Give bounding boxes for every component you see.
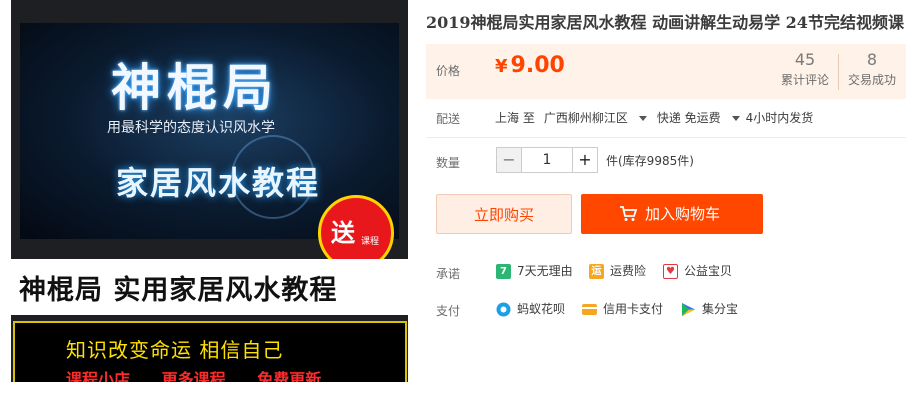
- price-amount: 9.00: [510, 53, 565, 78]
- stock-info: 件(库存9985件): [606, 154, 694, 168]
- shipping-row: 上海 至广西柳州柳江区 快递 免运费 4小时内发货: [495, 109, 822, 126]
- quantity-increase-button[interactable]: +: [572, 147, 598, 173]
- shipping-label: 配送: [436, 112, 461, 126]
- quantity-decrease-button[interactable]: −: [496, 147, 522, 173]
- deals-count: 8: [866, 50, 878, 69]
- charity-icon: ♥: [663, 264, 678, 279]
- shipping-insurance-icon: 运: [589, 264, 604, 279]
- cart-icon: [620, 206, 637, 221]
- payment-item[interactable]: 集分宝: [681, 300, 738, 317]
- image-slogan: 用最科学的态度认识风水学: [107, 120, 275, 136]
- reviews-label: 累计评论: [780, 73, 829, 87]
- promise-item[interactable]: 7 7天无理由: [496, 262, 573, 279]
- shipping-method-select[interactable]: 快递 免运费: [657, 111, 746, 125]
- price-label: 价格: [436, 64, 461, 78]
- add-to-cart-label: 加入购物车: [645, 205, 721, 223]
- deals-label: 交易成功: [847, 73, 896, 87]
- promise-item[interactable]: ♥ 公益宝贝: [663, 262, 732, 279]
- credit-card-icon: [582, 304, 597, 315]
- payment-label: 支付: [436, 304, 461, 318]
- chevron-down-icon: [731, 116, 740, 121]
- gift-badge-small: 课程: [361, 237, 380, 247]
- quantity-input[interactable]: 1: [521, 147, 573, 173]
- huabei-icon: [496, 302, 511, 317]
- promo-item: 课程小店: [66, 370, 131, 382]
- promo-item: 免费更新: [257, 370, 322, 382]
- buy-now-button[interactable]: 立即购买: [436, 194, 572, 234]
- promise-text: 运费险: [610, 264, 647, 278]
- dispatch-time: 4小时内发货: [745, 111, 814, 125]
- quantity-label: 数量: [436, 156, 461, 170]
- product-main-image[interactable]: 神棍局 用最科学的态度认识风水学 家居风水教程 送 课程 神棍局 实用家居风水教…: [11, 0, 408, 382]
- shipping-destination-select[interactable]: 广西柳州柳江区: [544, 111, 653, 125]
- currency-symbol: ¥: [495, 56, 508, 77]
- seven-day-icon: 7: [496, 264, 511, 279]
- shipping-from: 上海 至: [495, 111, 535, 125]
- reviews-count: 45: [794, 50, 816, 69]
- jifenbao-icon: [682, 303, 695, 316]
- price-value: ¥9.00: [495, 53, 565, 78]
- image-title: 神棍局 实用家居风水教程: [19, 275, 338, 306]
- image-logo-text: 神棍局: [111, 59, 279, 117]
- promise-text: 7天无理由: [517, 264, 573, 278]
- promise-text: 公益宝贝: [684, 264, 733, 278]
- chevron-down-icon: [638, 116, 647, 121]
- image-sub-logo: 家居风水教程: [116, 164, 321, 202]
- payment-item[interactable]: 信用卡支付: [582, 300, 663, 317]
- stats-divider: [838, 54, 839, 90]
- divider: [426, 137, 906, 138]
- promise-label: 承诺: [436, 267, 461, 281]
- reviews-stat[interactable]: 45 累计评论: [776, 50, 834, 88]
- deals-stat: 8 交易成功: [842, 50, 902, 88]
- gift-badge-big: 送: [331, 219, 355, 247]
- promo-item: 更多课程: [161, 370, 226, 382]
- image-promo-line1: 知识改变命运 相信自己: [66, 338, 284, 362]
- shipping-method: 快递 免运费: [656, 111, 721, 125]
- product-title: 2019神棍局实用家居风水教程 动画讲解生动易学 24节完结视频课: [426, 13, 904, 32]
- payment-text: 蚂蚁花呗: [517, 302, 566, 316]
- image-promo-line2: 课程小店 更多课程 免费更新: [66, 366, 347, 382]
- shipping-destination: 广西柳州柳江区: [543, 111, 628, 125]
- add-to-cart-button[interactable]: 加入购物车: [581, 194, 763, 234]
- promise-item[interactable]: 运运费险: [589, 262, 646, 279]
- payment-text: 集分宝: [702, 302, 739, 316]
- payment-text: 信用卡支付: [603, 302, 664, 316]
- payment-item[interactable]: 蚂蚁花呗: [496, 300, 565, 317]
